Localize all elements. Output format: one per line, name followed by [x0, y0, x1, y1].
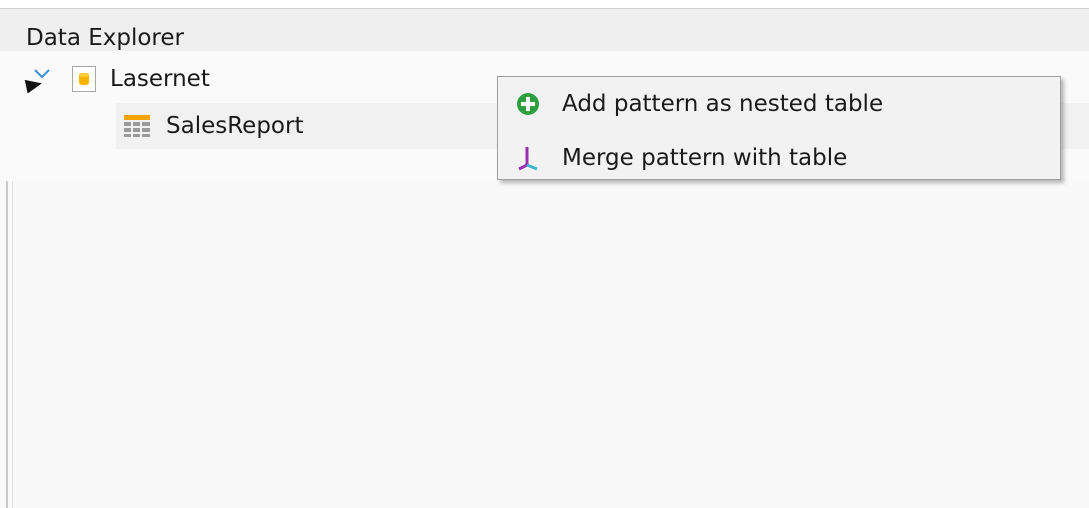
table-icon — [124, 115, 150, 137]
chevron-down-icon — [34, 69, 50, 79]
tree-node-lasernet[interactable]: Lasernet — [22, 62, 210, 96]
expand-collapse-toggle[interactable] — [22, 64, 54, 94]
menu-item-add-nested-table[interactable]: Add pattern as nested table — [498, 81, 1060, 127]
tree-node-label: SalesReport — [166, 113, 304, 139]
panel-left-border — [6, 181, 8, 508]
panel-header: Data Explorer — [0, 9, 1089, 51]
panel-title: Data Explorer — [26, 25, 184, 51]
database-icon — [72, 66, 96, 92]
context-menu: Add pattern as nested table Merge patter… — [497, 76, 1061, 180]
merge-icon — [516, 146, 540, 171]
panel-left-border-inner — [12, 181, 13, 508]
menu-item-label: Merge pattern with table — [562, 145, 848, 171]
data-explorer-window: Data Explorer Lasernet SalesReport Add p… — [0, 0, 1089, 508]
add-circle-icon — [516, 92, 540, 116]
window-top-edge — [0, 0, 1089, 9]
menu-item-label: Add pattern as nested table — [562, 91, 884, 117]
menu-item-merge-with-table[interactable]: Merge pattern with table — [498, 135, 1060, 181]
tree-node-label: Lasernet — [110, 66, 210, 92]
